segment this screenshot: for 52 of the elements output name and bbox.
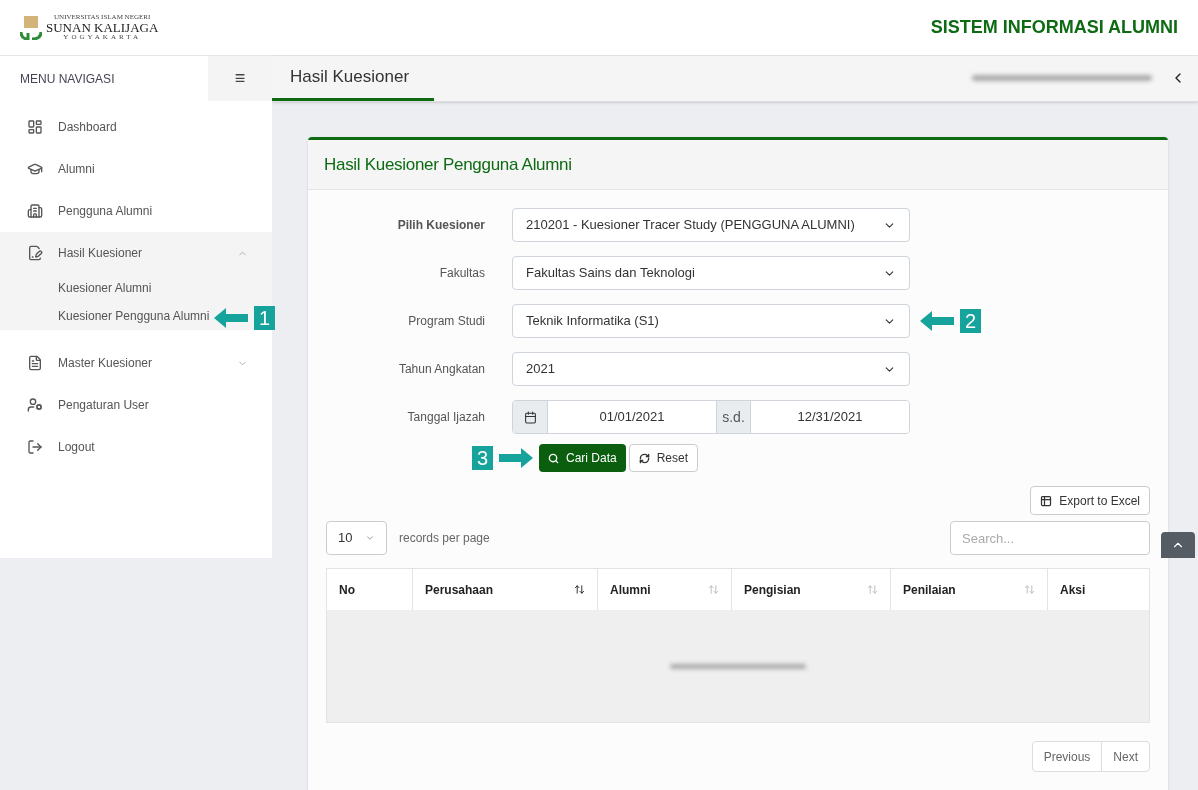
export-button[interactable]: Export to Excel bbox=[1030, 486, 1150, 515]
nav-item[interactable]: Pengaturan User bbox=[0, 384, 272, 426]
page-size-dropdown[interactable]: 10 bbox=[326, 521, 387, 555]
caret-icon bbox=[365, 533, 375, 543]
app-title: SISTEM INFORMASI ALUMNI bbox=[930, 16, 1178, 39]
nav-item[interactable]: Alumni bbox=[0, 148, 272, 190]
field-label: Fakultas bbox=[438, 265, 486, 282]
page-tab[interactable]: Hasil Kuesioner bbox=[272, 55, 434, 101]
scroll-top-button[interactable] bbox=[1161, 532, 1195, 558]
arrow-left-icon bbox=[920, 311, 954, 331]
pager-button[interactable]: Next bbox=[1101, 741, 1150, 772]
step-number: 2 bbox=[960, 309, 982, 333]
arrow-left-icon bbox=[214, 308, 248, 328]
graduation-cap-icon bbox=[27, 161, 43, 177]
dropdown-field[interactable]: 210201 - Kuesioner Tracer Study (PENGGUNA ALUMNI) bbox=[512, 208, 910, 242]
reset-button[interactable]: Reset bbox=[628, 444, 699, 472]
field-label: Tanggal Ijazah bbox=[406, 409, 486, 426]
nav-item[interactable]: Logout bbox=[0, 426, 272, 468]
nav-item[interactable]: Hasil Kuesioner bbox=[0, 232, 272, 274]
step-number: 1 bbox=[254, 306, 276, 330]
search-icon bbox=[548, 452, 559, 464]
refresh-icon bbox=[638, 452, 650, 464]
page-size-label: records per page bbox=[399, 530, 490, 547]
field-label: Pilih Kuesioner bbox=[396, 217, 486, 234]
document-pen-icon bbox=[27, 245, 43, 261]
arrow-right-icon bbox=[499, 448, 533, 468]
user-gear-icon bbox=[27, 397, 43, 413]
nav-item[interactable]: Pengguna Alumni bbox=[0, 190, 272, 232]
menu-toggle-button[interactable]: ≡ bbox=[208, 56, 272, 101]
table-icon bbox=[1040, 494, 1053, 507]
step-number: 3 bbox=[471, 446, 493, 470]
dropdown-field[interactable]: Fakultas Sains dan Teknologi bbox=[512, 256, 910, 290]
nav-subitem[interactable]: Kuesioner Pengguna Alumni bbox=[58, 307, 210, 325]
field-label: Tahun Angkatan bbox=[397, 361, 486, 378]
column-header[interactable]: Aksi bbox=[1048, 569, 1149, 610]
building-icon bbox=[27, 203, 43, 219]
field-label: Program Studi bbox=[407, 313, 486, 330]
pager-button[interactable]: Previous bbox=[1031, 741, 1103, 772]
nav-item[interactable]: Dashboard bbox=[0, 106, 272, 148]
chart-icon bbox=[27, 119, 43, 135]
dropdown-field[interactable]: Teknik Informatika (S1) bbox=[512, 304, 910, 338]
search-field[interactable]: Search... bbox=[950, 521, 1150, 555]
dropdown-field[interactable]: 2021 bbox=[512, 352, 910, 386]
search-button[interactable]: Cari Data bbox=[539, 444, 626, 472]
nav-item[interactable]: Master Kuesioner bbox=[0, 342, 272, 384]
sidebar-heading: MENU NAVIGASI bbox=[19, 70, 116, 88]
card-title: Hasil Kuesioner Pengguna Alumni bbox=[324, 153, 572, 176]
logo-wordmark: SUNAN KALIJAGA bbox=[46, 21, 159, 34]
exit-icon bbox=[27, 439, 43, 455]
document-icon bbox=[27, 355, 43, 371]
logo-icon bbox=[20, 15, 42, 40]
nav-subitem[interactable]: Kuesioner Alumni bbox=[58, 279, 152, 297]
